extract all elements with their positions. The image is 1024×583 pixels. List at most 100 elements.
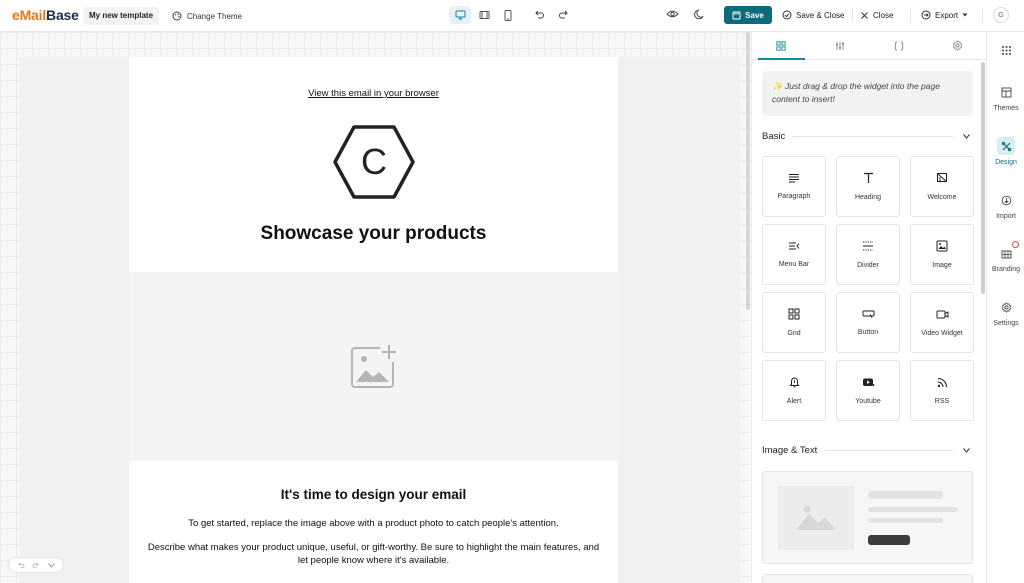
- section-image-text-header[interactable]: Image & Text: [762, 443, 973, 457]
- toolbar-divider: [910, 8, 911, 22]
- close-x-icon: [860, 11, 869, 20]
- template-name-field[interactable]: My new template: [83, 7, 160, 25]
- tab-blocks[interactable]: [870, 32, 929, 59]
- layout-text-bar: [868, 507, 958, 512]
- tab-widgets[interactable]: [752, 32, 811, 60]
- tablet-view-button[interactable]: [473, 6, 495, 24]
- history-redo-icon[interactable]: [32, 561, 40, 569]
- widgets-panel: ✨ Just drag & drop the widget into the p…: [751, 32, 986, 583]
- widget-label: Alert: [786, 398, 802, 405]
- section-divider-line: [793, 135, 953, 137]
- widget-paragraph[interactable]: Paragraph: [762, 156, 826, 217]
- right-rail: Themes Design Import Branding Settings: [986, 32, 1024, 583]
- widget-label: Divider: [857, 262, 879, 269]
- image-text-layout-card[interactable]: [762, 471, 973, 564]
- widget-grid: Paragraph Heading Welcome Menu Bar Divid…: [762, 156, 974, 421]
- widget-label: Video Widget: [921, 329, 963, 337]
- layout-button-bar: [868, 535, 910, 545]
- desktop-view-button[interactable]: [449, 6, 471, 24]
- button-icon: [862, 309, 875, 319]
- video-icon: [936, 309, 949, 320]
- rail-item-design[interactable]: Design: [987, 137, 1024, 166]
- widget-label: Button: [857, 329, 879, 336]
- mobile-view-button[interactable]: [497, 6, 519, 24]
- section-image-text-title: Image & Text: [762, 444, 818, 456]
- widget-grid-block[interactable]: Grid: [762, 292, 826, 353]
- rail-label: Themes: [993, 105, 1019, 112]
- rail-item-settings[interactable]: Settings: [987, 298, 1024, 327]
- rss-icon: [937, 377, 948, 388]
- desktop-icon: [455, 10, 466, 20]
- widget-menu-bar[interactable]: Menu Bar: [762, 224, 826, 285]
- preview-eye-icon[interactable]: [666, 8, 679, 20]
- rail-item-import[interactable]: Import: [987, 191, 1024, 220]
- widget-button[interactable]: Button: [836, 292, 900, 353]
- tab-layout[interactable]: [811, 32, 870, 59]
- tablet-icon: [479, 10, 490, 20]
- tab-settings[interactable]: [928, 32, 986, 59]
- notification-badge: [1012, 241, 1019, 248]
- user-avatar[interactable]: G: [993, 7, 1009, 23]
- undo-icon[interactable]: [533, 8, 545, 20]
- mobile-icon: [504, 9, 512, 21]
- import-icon: [997, 191, 1015, 209]
- intro-paragraph[interactable]: To get started, replace the image above …: [129, 518, 618, 529]
- widget-label: Image: [932, 262, 952, 269]
- widget-video[interactable]: Video Widget: [910, 292, 974, 353]
- logo-letter: C: [361, 141, 387, 182]
- rail-item-branding[interactable]: Branding: [987, 241, 1024, 273]
- widget-rss[interactable]: RSS: [910, 360, 974, 421]
- email-headline[interactable]: Showcase your products: [129, 223, 618, 245]
- caret-down-icon: [962, 13, 968, 17]
- history-undo-icon[interactable]: [17, 561, 25, 569]
- close-button[interactable]: Close: [860, 6, 893, 24]
- widget-image[interactable]: Image: [910, 224, 974, 285]
- layout-text-bar: [868, 518, 943, 523]
- section-heading[interactable]: It's time to design your email: [129, 487, 618, 502]
- braces-icon: [894, 41, 904, 51]
- save-button[interactable]: Save: [724, 6, 772, 24]
- rail-label: Import: [996, 213, 1016, 220]
- heading-icon: [863, 172, 874, 184]
- widget-label: RSS: [934, 397, 950, 405]
- top-toolbar: eMailBase My new template Change Theme S…: [0, 0, 1024, 32]
- widget-divider[interactable]: Divider: [836, 224, 900, 285]
- product-image-placeholder[interactable]: [129, 272, 618, 461]
- change-theme-button[interactable]: Change Theme: [172, 7, 242, 25]
- panel-scrollbar[interactable]: [981, 62, 985, 294]
- history-controls: [8, 557, 64, 573]
- widget-label: Welcome: [927, 194, 957, 201]
- save-disk-icon: [732, 11, 741, 20]
- canvas-scrollbar[interactable]: [746, 32, 750, 310]
- widget-alert[interactable]: Alert: [762, 360, 826, 421]
- description-paragraph[interactable]: Describe what makes your product unique,…: [147, 541, 600, 567]
- history-chevron-down-icon[interactable]: [48, 562, 56, 568]
- export-dropdown-button[interactable]: Export: [921, 6, 968, 24]
- menu-bar-icon: [788, 241, 800, 251]
- view-in-browser-link[interactable]: View this email in your browser: [129, 88, 618, 99]
- rail-item-themes[interactable]: Themes: [987, 83, 1024, 112]
- save-close-label: Save & Close: [796, 10, 845, 20]
- settings-gear-icon: [997, 298, 1015, 316]
- save-close-button[interactable]: Save & Close: [782, 6, 844, 24]
- redo-icon[interactable]: [558, 8, 570, 20]
- apps-menu-button[interactable]: [987, 41, 1024, 59]
- image-icon: [936, 240, 948, 252]
- widget-welcome[interactable]: Welcome: [910, 156, 974, 217]
- widget-label: Youtube: [855, 397, 881, 405]
- rail-label: Settings: [993, 320, 1019, 327]
- brand-logo-hexagon[interactable]: C: [333, 124, 415, 205]
- widgets-grid-icon: [776, 40, 787, 51]
- widget-youtube[interactable]: Youtube: [836, 360, 900, 421]
- paragraph-icon: [788, 173, 800, 183]
- image-text-layout-card[interactable]: [762, 574, 973, 583]
- app-logo[interactable]: eMailBase: [12, 7, 79, 23]
- dark-mode-moon-icon[interactable]: [694, 8, 706, 20]
- gear-icon: [952, 40, 963, 51]
- email-content[interactable]: View this email in your browser C Showca…: [129, 57, 618, 583]
- section-basic-title: Basic: [762, 130, 786, 142]
- panel-tabs: [752, 32, 986, 60]
- section-basic-header[interactable]: Basic: [762, 129, 973, 143]
- widget-heading[interactable]: Heading: [836, 156, 900, 217]
- toolbar-divider: [982, 8, 983, 22]
